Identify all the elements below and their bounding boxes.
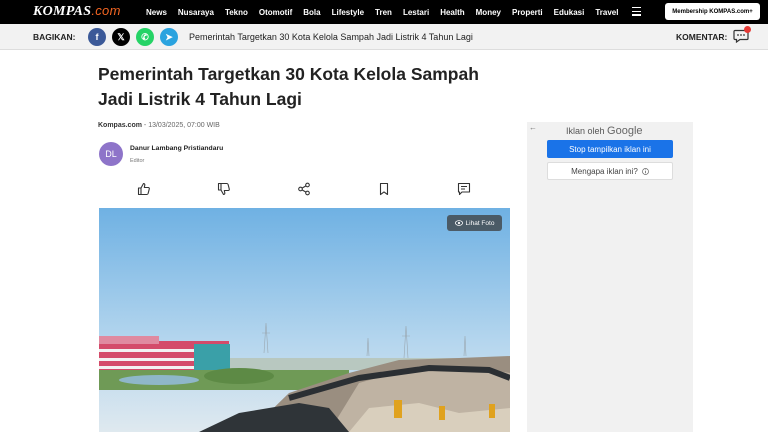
why-ad-label: Mengapa iklan ini? bbox=[571, 166, 638, 176]
view-photo-button[interactable]: Lihat Foto bbox=[447, 215, 502, 231]
comment-label: KOMENTAR: bbox=[676, 32, 728, 42]
top-navbar: KOMPAS.com News Nusaraya Tekno Otomotif … bbox=[0, 0, 768, 24]
notification-badge bbox=[744, 26, 751, 33]
nav-tekno[interactable]: Tekno bbox=[225, 8, 248, 17]
facebook-icon[interactable]: f bbox=[88, 28, 106, 46]
view-photo-label: Lihat Foto bbox=[465, 219, 495, 227]
landfill-photo bbox=[99, 208, 510, 432]
share-article-title: Pemerintah Targetkan 30 Kota Kelola Samp… bbox=[189, 32, 473, 42]
like-icon[interactable] bbox=[137, 182, 151, 196]
article-source[interactable]: Kompas.com bbox=[98, 122, 142, 129]
hamburger-icon[interactable] bbox=[632, 7, 641, 16]
x-icon[interactable]: 𝕏 bbox=[112, 28, 130, 46]
article-date: - 13/03/2025, 07:00 WIB bbox=[141, 122, 220, 129]
share-icon[interactable] bbox=[297, 182, 311, 196]
ad-by-label: Iklan oleh Google bbox=[566, 125, 643, 137]
nav-travel[interactable]: Travel bbox=[595, 8, 618, 17]
nav-news[interactable]: News bbox=[146, 8, 167, 17]
nav-otomotif[interactable]: Otomotif bbox=[259, 8, 292, 17]
why-ad-button[interactable]: Mengapa iklan ini? bbox=[547, 162, 673, 180]
membership-button[interactable]: Membership KOMPAS.com+ bbox=[665, 3, 760, 20]
article-headline: Pemerintah Targetkan 30 Kota Kelola Samp… bbox=[98, 64, 479, 109]
nav-lifestyle[interactable]: Lifestyle bbox=[332, 8, 364, 17]
nav-lestari[interactable]: Lestari bbox=[403, 8, 429, 17]
article-photo[interactable] bbox=[99, 208, 510, 432]
nav-nusaraya[interactable]: Nusaraya bbox=[178, 8, 214, 17]
nav-bola[interactable]: Bola bbox=[303, 8, 320, 17]
nav-money[interactable]: Money bbox=[476, 8, 501, 17]
share-label: BAGIKAN: bbox=[33, 32, 76, 42]
nav-properti[interactable]: Properti bbox=[512, 8, 543, 17]
whatsapp-icon[interactable]: ✆ bbox=[136, 28, 154, 46]
nav-tren[interactable]: Tren bbox=[375, 8, 392, 17]
google-logo: Google bbox=[607, 125, 643, 137]
nav-health[interactable]: Health bbox=[440, 8, 464, 17]
bookmark-icon[interactable] bbox=[377, 182, 391, 196]
info-icon bbox=[642, 167, 649, 175]
article-meta: Kompas.com - 13/03/2025, 07:00 WIB bbox=[98, 122, 220, 129]
stop-ad-button[interactable]: Stop tampilkan iklan ini bbox=[547, 140, 673, 158]
author-role: Editor bbox=[130, 158, 145, 164]
dislike-icon[interactable] bbox=[217, 182, 231, 196]
telegram-icon[interactable]: ➤ bbox=[160, 28, 178, 46]
main-nav: News Nusaraya Tekno Otomotif Bola Lifest… bbox=[146, 0, 629, 24]
share-bar: BAGIKAN: f 𝕏 ✆ ➤ Pemerintah Targetkan 30… bbox=[0, 24, 768, 50]
nav-edukasi[interactable]: Edukasi bbox=[554, 8, 585, 17]
author-name[interactable]: Danur Lambang Pristiandaru bbox=[130, 145, 223, 152]
eye-icon bbox=[454, 220, 463, 226]
kompas-logo[interactable]: KOMPAS.com bbox=[33, 3, 121, 20]
back-arrow-icon[interactable]: ← bbox=[529, 123, 537, 132]
author-avatar[interactable]: DL bbox=[99, 142, 123, 166]
comment-icon[interactable] bbox=[457, 182, 471, 196]
